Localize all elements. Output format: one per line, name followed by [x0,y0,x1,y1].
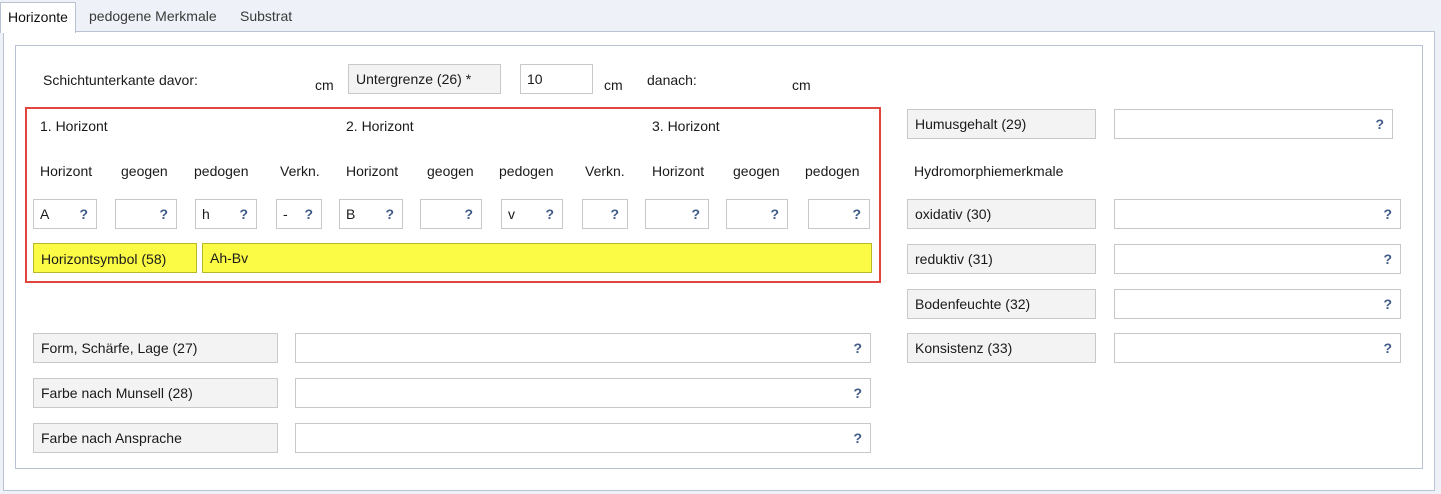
unit-cm-label: cm [792,77,811,93]
horizon-3-header: 3. Horizont [652,118,720,134]
oxidativ-label: oxidativ (30) [907,199,1096,229]
col-verkn-1: Verkn. [280,163,320,179]
konsistenz-input[interactable]: ? [1114,333,1401,363]
help-icon[interactable]: ? [545,205,554,223]
humusgehalt-input[interactable]: ? [1114,109,1393,139]
field-value: v [508,206,515,222]
help-icon[interactable]: ? [691,205,700,223]
help-icon[interactable]: ? [853,339,862,357]
reduktiv-label: reduktiv (31) [907,244,1096,274]
verkn-1-input[interactable]: - ? [276,199,322,229]
form-schaerfe-lage-input[interactable]: ? [295,333,871,363]
unit-cm-label: cm [604,77,623,93]
help-icon[interactable]: ? [852,205,861,223]
help-icon[interactable]: ? [385,205,394,223]
humusgehalt-label: Humusgehalt (29) [907,109,1096,139]
horizontsymbol-input[interactable]: Ah-Bv [202,243,872,273]
verkn-2-input[interactable]: ? [582,199,628,229]
tab-pedogene-merkmale[interactable]: pedogene Merkmale [89,5,217,29]
col-pedogen-2: pedogen [499,163,554,179]
oxidativ-input[interactable]: ? [1114,199,1401,229]
tab-bar: Horizonte pedogene Merkmale Substrat [0,0,1441,33]
col-verkn-2: Verkn. [585,163,625,179]
tab-substrat[interactable]: Substrat [240,5,292,29]
field-value: - [283,206,288,222]
col-horizont-2: Horizont [346,163,399,179]
schichtunterkante-label: Schichtunterkante davor: [43,72,198,88]
help-icon[interactable]: ? [853,384,862,402]
help-icon[interactable]: ? [853,429,862,447]
hydromorphiemerkmale-heading: Hydromorphiemerkmale [914,163,1064,179]
horizont-2-input[interactable]: B ? [339,199,403,229]
unit-cm-label: cm [315,77,334,93]
horizont-3-input[interactable]: ? [645,199,709,229]
col-horizont-3: Horizont [652,163,705,179]
help-icon[interactable]: ? [1383,339,1392,357]
konsistenz-label: Konsistenz (33) [907,333,1096,363]
pedogen-3-input[interactable]: ? [808,199,870,229]
untergrenze-label: Untergrenze (26) * [348,64,501,94]
help-icon[interactable]: ? [79,205,88,223]
geogen-1-input[interactable]: ? [115,199,177,229]
danach-label: danach: [647,72,697,88]
horizon-1-header: 1. Horizont [40,118,108,134]
field-value: A [40,206,50,222]
horizontsymbol-label: Horizontsymbol (58) [33,243,197,273]
col-geogen-1: geogen [121,163,168,179]
col-geogen-3: geogen [733,163,780,179]
tab-horizonte[interactable]: Horizonte [0,2,76,33]
field-value: B [346,206,356,222]
farbe-ansprache-label: Farbe nach Ansprache [33,423,278,453]
col-horizont-1: Horizont [40,163,93,179]
help-icon[interactable]: ? [159,205,168,223]
horizont-1-input[interactable]: A ? [33,199,97,229]
untergrenze-value: 10 [527,71,543,87]
bodenfeuchte-input[interactable]: ? [1114,289,1401,319]
reduktiv-input[interactable]: ? [1114,244,1401,274]
pedogen-1-input[interactable]: h ? [195,199,257,229]
help-icon[interactable]: ? [1383,295,1392,313]
form-schaerfe-lage-label: Form, Schärfe, Lage (27) [33,333,278,363]
pedogen-2-input[interactable]: v ? [501,199,563,229]
horizontsymbol-value: Ah-Bv [210,250,249,266]
horizon-2-header: 2. Horizont [346,118,414,134]
help-icon[interactable]: ? [1383,250,1392,268]
help-icon[interactable]: ? [770,205,779,223]
help-icon[interactable]: ? [1375,115,1384,133]
help-icon[interactable]: ? [1383,205,1392,223]
col-geogen-2: geogen [427,163,474,179]
farbe-ansprache-input[interactable]: ? [295,423,871,453]
farbe-munsell-input[interactable]: ? [295,378,871,408]
help-icon[interactable]: ? [610,205,619,223]
untergrenze-input[interactable]: 10 [520,64,593,94]
help-icon[interactable]: ? [464,205,473,223]
geogen-2-input[interactable]: ? [420,199,482,229]
farbe-munsell-label: Farbe nach Munsell (28) [33,378,278,408]
bodenfeuchte-label: Bodenfeuchte (32) [907,289,1096,319]
help-icon[interactable]: ? [239,205,248,223]
help-icon[interactable]: ? [304,205,313,223]
col-pedogen-1: pedogen [194,163,249,179]
col-pedogen-3: pedogen [805,163,860,179]
geogen-3-input[interactable]: ? [726,199,788,229]
field-value: h [202,206,210,222]
